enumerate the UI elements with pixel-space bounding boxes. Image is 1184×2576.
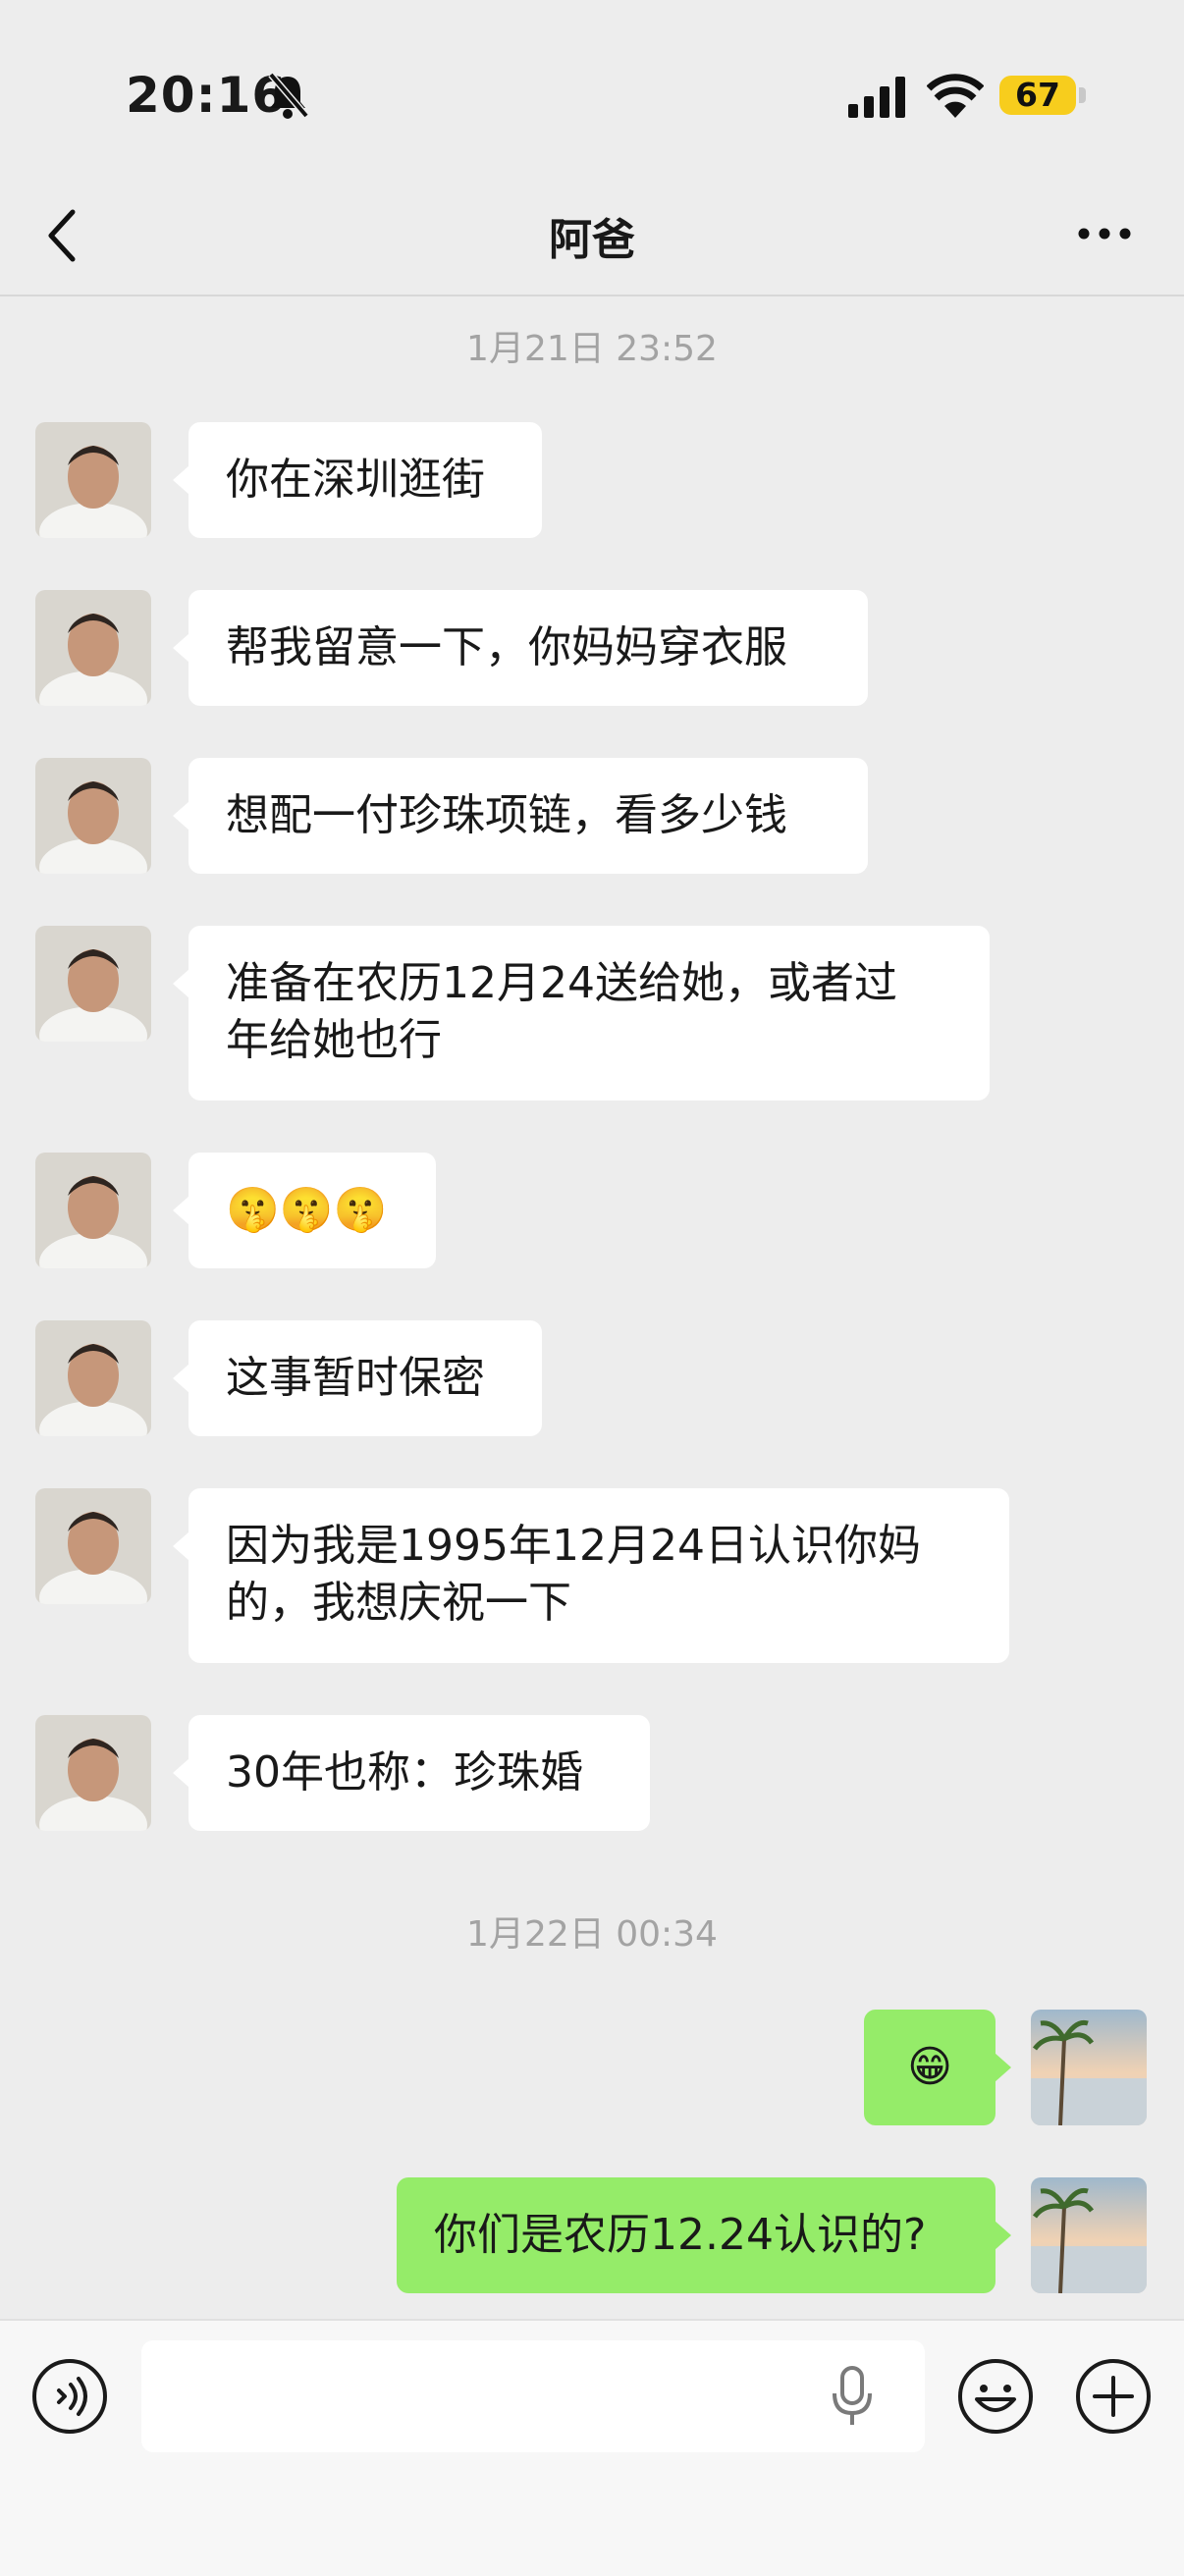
timestamp: 1月21日 23:52 [466, 329, 718, 369]
message-bubble[interactable]: 🤫🤫🤫 [173, 1153, 436, 1268]
chat-title: 阿爸 [549, 215, 635, 265]
contact-avatar[interactable] [35, 926, 151, 1042]
status-bar: 20:16 67 [0, 0, 1184, 187]
contact-avatar[interactable] [35, 1153, 151, 1268]
message-bubble[interactable]: 30年也称：珍珠婚 [173, 1715, 650, 1831]
message-bubble-outgoing[interactable]: 你们是农历12.24认识的? [397, 2177, 1011, 2293]
plus-circle-icon[interactable] [1075, 2358, 1152, 2435]
wifi-icon [927, 74, 984, 118]
more-dots-icon[interactable] [1076, 216, 1133, 251]
emoji-icon[interactable] [957, 2358, 1034, 2435]
signal-icon [848, 77, 905, 118]
contact-avatar[interactable] [35, 590, 151, 706]
message-bubble-outgoing[interactable]: 😁 [864, 2010, 1011, 2125]
message-bubble[interactable]: 帮我留意一下，你妈妈穿衣服 [173, 590, 868, 706]
voice-mode-icon[interactable] [31, 2358, 108, 2435]
contact-avatar[interactable] [35, 1715, 151, 1831]
battery-icon: 67 [999, 76, 1076, 115]
message-input[interactable] [141, 2340, 925, 2452]
battery-cap [1079, 87, 1086, 103]
contact-avatar[interactable] [35, 758, 151, 874]
contact-avatar[interactable] [35, 1320, 151, 1436]
microphone-icon[interactable] [829, 2364, 876, 2429]
my-avatar[interactable] [1031, 2010, 1147, 2125]
timestamp: 1月22日 00:34 [466, 1914, 718, 1955]
message-bubble[interactable]: 这事暂时保密 [173, 1320, 542, 1436]
contact-avatar[interactable] [35, 1488, 151, 1604]
my-avatar[interactable] [1031, 2177, 1147, 2293]
message-bubble[interactable]: 准备在农历12月24送给她，或者过 年给她也行 [173, 926, 990, 1100]
contact-avatar[interactable] [35, 422, 151, 538]
message-bubble[interactable]: 想配一付珍珠项链，看多少钱 [173, 758, 868, 874]
input-bar [0, 2319, 1184, 2576]
bell-slash-icon [268, 72, 309, 119]
message-bubble[interactable]: 你在深圳逛街 [173, 422, 542, 538]
message-bubble[interactable]: 因为我是1995年12月24日认识你妈 的，我想庆祝一下 [173, 1488, 1009, 1663]
chat-header: 阿爸 [0, 187, 1184, 296]
status-time: 20:16 [126, 67, 288, 124]
